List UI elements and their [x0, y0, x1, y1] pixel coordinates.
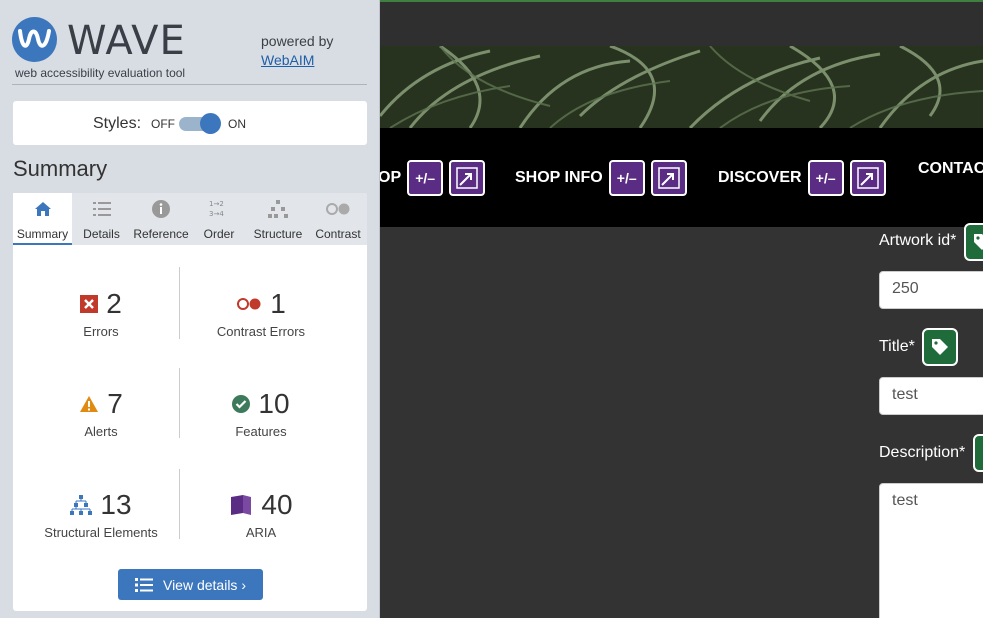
tab-contrast[interactable]: Contrast	[309, 193, 367, 245]
tab-label: Structure	[253, 227, 303, 241]
feature-icon	[232, 395, 251, 413]
errors-count: 2	[106, 288, 122, 319]
nav-item-label: OP	[380, 169, 402, 186]
alerts-count: 7	[107, 388, 123, 419]
wave-tagline: web accessibility evaluation tool	[15, 66, 186, 80]
title-input[interactable]: test	[879, 377, 983, 415]
styles-on-label: ON	[228, 117, 246, 131]
summary-heading: Summary	[13, 156, 108, 181]
tab-structure[interactable]: Structure	[247, 193, 309, 245]
tab-summary[interactable]: Summary	[13, 193, 72, 245]
label-tag-icon	[922, 328, 958, 366]
page-content: Artwork id* 250 Title* test Description*…	[380, 223, 983, 618]
artwork-id-label: Artwork id*	[879, 232, 957, 249]
summary-structural-elements[interactable]: 13 Structural Elements	[21, 488, 181, 540]
title-label: Title*	[879, 338, 915, 355]
nav-item-label: CONTAC	[918, 160, 983, 177]
summary-contrast-errors[interactable]: 1 Contrast Errors	[181, 287, 341, 339]
contrast-icon	[309, 193, 367, 221]
summary-errors[interactable]: 2 Errors	[21, 287, 181, 339]
info-icon	[131, 193, 191, 221]
nav-item-discover[interactable]: DISCOVER +/–	[718, 160, 886, 196]
svg-text:1→2: 1→2	[209, 200, 224, 208]
styles-toggle-box: Styles: OFF ON	[13, 101, 367, 145]
wave-logo-icon	[12, 17, 57, 62]
page-top-bar	[380, 0, 983, 46]
contrast-error-icon	[237, 298, 261, 310]
toggle-badge-icon: +/–	[608, 160, 645, 196]
toggle-badge-icon: +/–	[407, 160, 444, 196]
aria-label: ARIA	[245, 525, 277, 540]
wave-sidebar: WAVE web accessibility evaluation tool p…	[0, 0, 380, 618]
powered-by-text: powered by	[261, 33, 334, 49]
tab-label: Contrast	[315, 227, 361, 241]
artwork-id-input[interactable]: 250	[879, 271, 983, 309]
toggle-badge-icon: +/–	[807, 160, 844, 196]
label-tag-icon	[964, 223, 983, 261]
tab-reference[interactable]: Reference	[131, 193, 191, 245]
site-nav: OP +/– SHOP INFO +/– DISCOVER +/– CONTAC	[380, 128, 983, 227]
nav-item-label: DISCOVER	[718, 169, 802, 186]
styles-toggle-switch[interactable]	[200, 113, 221, 134]
tab-label: Summary	[16, 227, 69, 241]
svg-text:3→4: 3→4	[209, 210, 224, 218]
evaluated-page: OP +/– SHOP INFO +/– DISCOVER +/– CONTAC…	[380, 0, 983, 618]
styles-label: Styles:	[93, 115, 142, 132]
nav-item-shop-info[interactable]: SHOP INFO +/–	[515, 160, 687, 196]
external-link-badge-icon	[650, 160, 687, 196]
wave-title: WAVE	[67, 18, 186, 64]
errors-label: Errors	[83, 324, 119, 339]
summary-panel: Summary Details Reference 1→23→4 Order	[13, 193, 367, 611]
description-textarea[interactable]: test	[879, 483, 983, 618]
view-details-button[interactable]: View details ›	[118, 569, 263, 600]
nav-item-contact[interactable]: CONTAC	[918, 160, 983, 178]
order-icon: 1→2 3→4	[191, 193, 247, 221]
list-icon	[134, 577, 153, 592]
tab-order[interactable]: 1→2 3→4 Order	[191, 193, 247, 245]
structure-icon	[247, 193, 309, 221]
summary-alerts[interactable]: 7 Alerts	[21, 387, 181, 439]
external-link-badge-icon	[849, 160, 886, 196]
alert-icon	[80, 396, 99, 412]
features-count: 10	[258, 388, 290, 419]
features-label: Features	[235, 424, 287, 439]
nav-item-label: SHOP INFO	[515, 169, 603, 186]
view-details-label: View details ›	[162, 576, 246, 593]
summary-aria[interactable]: 40 ARIA	[181, 488, 341, 540]
external-link-badge-icon	[449, 160, 486, 196]
structure-icon	[70, 495, 93, 515]
styles-off-label: OFF	[151, 117, 175, 131]
banner-image	[380, 46, 983, 128]
webaim-link[interactable]: WebAIM	[261, 51, 333, 70]
label-tag-icon	[973, 434, 983, 472]
error-icon	[80, 295, 99, 313]
nav-item-shop[interactable]: OP +/–	[380, 160, 486, 196]
panel-tabs: Summary Details Reference 1→23→4 Order	[13, 193, 367, 245]
tab-label: Reference	[133, 227, 189, 241]
tab-details[interactable]: Details	[72, 193, 131, 245]
home-icon	[13, 193, 72, 221]
powered-by: powered by WebAIM	[261, 32, 333, 70]
summary-features[interactable]: 10 Features	[181, 387, 341, 439]
tab-label: Details	[83, 227, 120, 241]
contrast-errors-count: 1	[270, 288, 286, 319]
contrast-errors-label: Contrast Errors	[216, 324, 306, 339]
description-label: Description*	[879, 444, 966, 461]
aria-count: 40	[261, 489, 293, 520]
structural-elements-count: 13	[100, 489, 132, 520]
list-icon	[72, 193, 131, 221]
alerts-label: Alerts	[84, 424, 118, 439]
aria-icon	[231, 495, 252, 515]
wave-brand: WAVE web accessibility evaluation tool p…	[12, 15, 367, 85]
tab-label: Order	[203, 227, 235, 241]
structural-elements-label: Structural Elements	[44, 525, 158, 540]
